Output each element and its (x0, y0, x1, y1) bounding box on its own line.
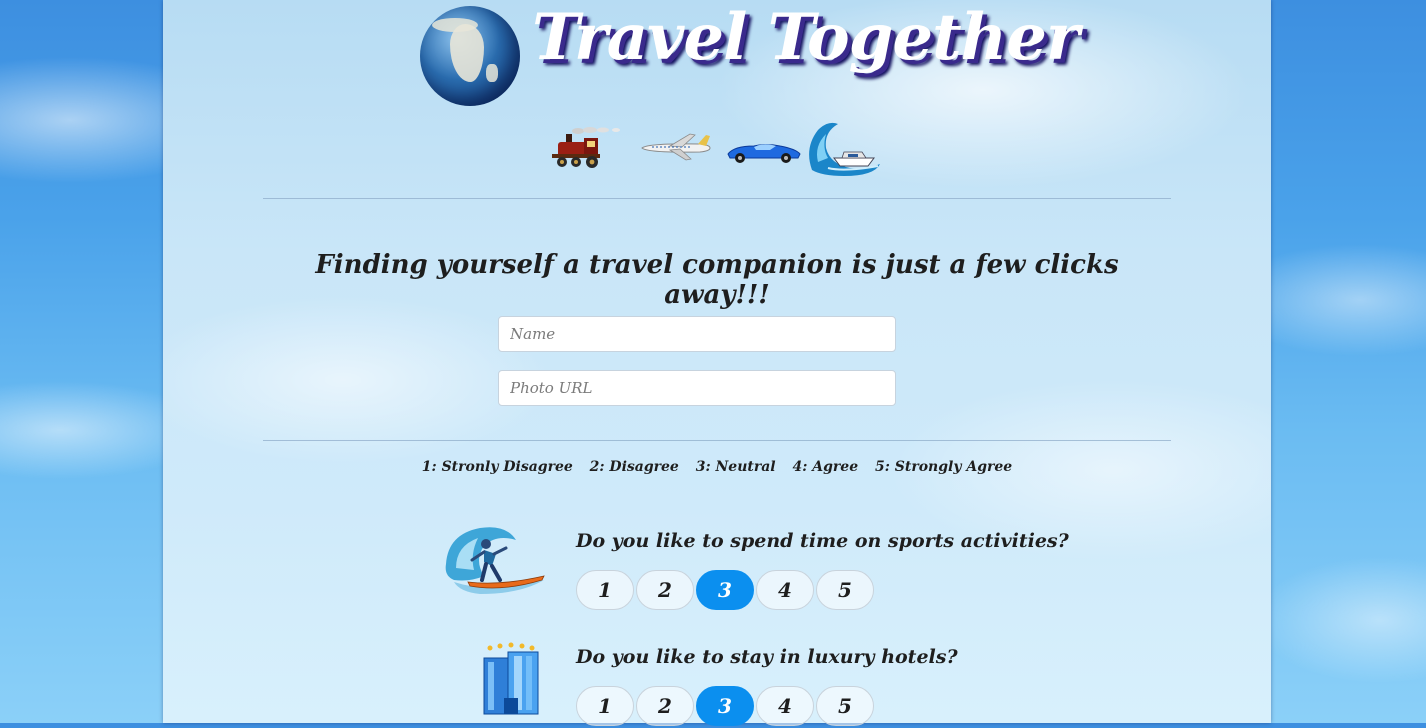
speedboat-icon (809, 122, 880, 176)
question-text: Do you like to spend time on sports acti… (576, 530, 1069, 552)
rating-option-5[interactable]: 5 (816, 570, 874, 610)
form-divider (263, 440, 1171, 441)
photo-url-input[interactable] (498, 370, 896, 406)
rating-option-3[interactable]: 3 (696, 570, 754, 610)
train-icon (552, 127, 620, 168)
legend-item-3: 3: Neutral (695, 459, 776, 475)
rating-option-3[interactable]: 3 (696, 686, 754, 726)
tagline: Finding yourself a travel companion is j… (315, 250, 1119, 310)
site-header: Travel Together (420, 0, 1080, 110)
question-text: Do you like to stay in luxury hotels? (576, 646, 958, 668)
header-divider (263, 198, 1171, 199)
rating-option-1[interactable]: 1 (576, 686, 634, 726)
rating-option-2[interactable]: 2 (636, 570, 694, 610)
rating-option-2[interactable]: 2 (636, 686, 694, 726)
legend-item-1: 1: Stronly Disagree (421, 459, 573, 475)
rating-option-4[interactable]: 4 (756, 686, 814, 726)
question-luxury-hotels: Do you like to stay in luxury hotels? 12… (576, 646, 1036, 726)
surfer-icon (445, 527, 545, 594)
rating-options: 12345 (576, 686, 876, 728)
legend-item-2: 2: Disagree (589, 459, 679, 475)
question-sports: Do you like to spend time on sports acti… (576, 530, 1069, 610)
rating-option-4[interactable]: 4 (756, 570, 814, 610)
vehicle-icons (548, 118, 888, 178)
airplane-icon (641, 133, 711, 161)
rating-options: 12345 (576, 570, 876, 612)
globe-icon (420, 6, 520, 106)
rating-scale-legend: 1: Stronly Disagree 2: Disagree 3: Neutr… (263, 459, 1171, 475)
name-input[interactable] (498, 316, 896, 352)
legend-item-5: 5: Strongly Agree (874, 459, 1013, 475)
rating-option-5[interactable]: 5 (816, 686, 874, 726)
rating-option-1[interactable]: 1 (576, 570, 634, 610)
legend-item-4: 4: Agree (792, 459, 859, 475)
site-title: Travel Together (532, 0, 1080, 75)
race-car-icon (727, 144, 801, 163)
hotel-icon (483, 642, 539, 715)
